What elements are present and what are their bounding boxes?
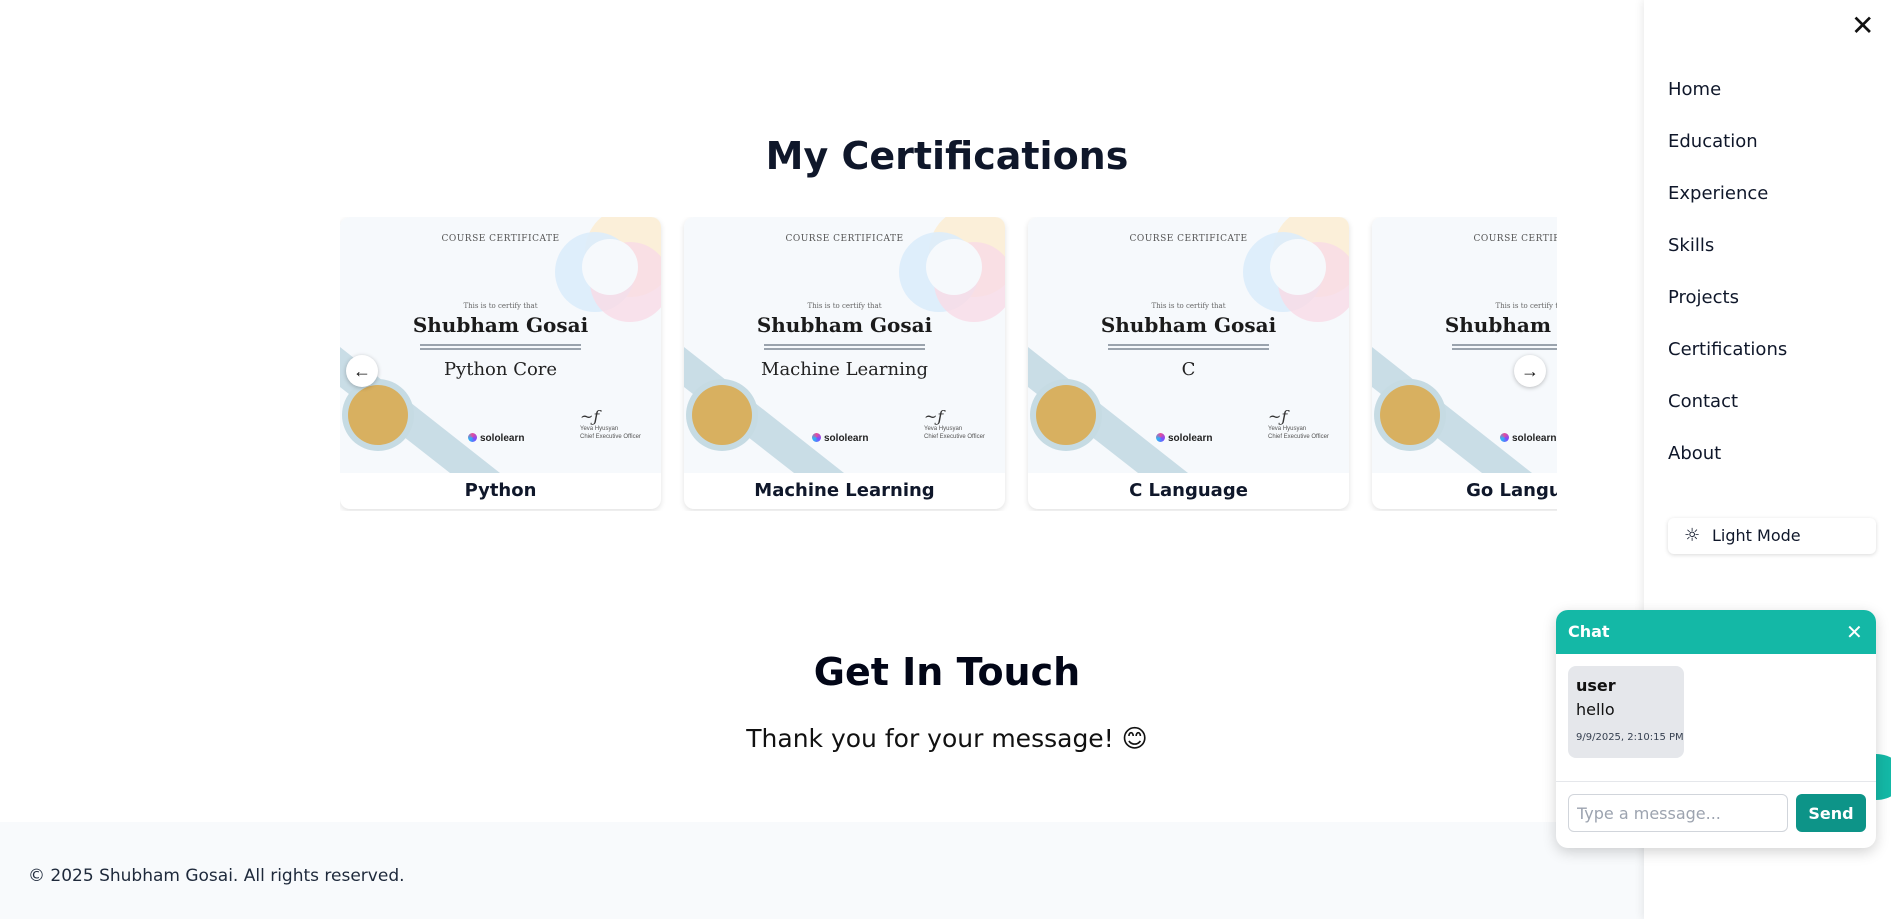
certificate-description-lines: [420, 342, 581, 356]
certificate-card[interactable]: COURSE CERTIFICATE This is to certify th…: [1028, 217, 1349, 509]
chat-send-button[interactable]: Send: [1796, 794, 1866, 832]
sololearn-logo: sololearn: [468, 433, 524, 444]
certificate-recipient: Shubham Gosai: [756, 313, 933, 337]
certifications-carousel: COURSE CERTIFICATE This is to certify th…: [340, 217, 1557, 511]
chat-divider: [1556, 781, 1876, 782]
sun-icon: ☼: [1684, 525, 1701, 546]
certificate-label: Machine Learning: [754, 480, 935, 501]
certificate-description-lines: [1108, 342, 1269, 356]
carousel-next-arrow-icon[interactable]: →: [1514, 355, 1546, 387]
certificate-label: Python: [464, 480, 537, 501]
certificate-intro: This is to certify that: [1495, 302, 1557, 310]
sidebar-item-education[interactable]: Education: [1668, 131, 1758, 152]
certificate-description-lines: [1452, 342, 1557, 356]
certificate-course: Machine Learning: [761, 359, 928, 380]
chat-widget: Chat ✕ user hello 9/9/2025, 2:10:15 PM S…: [1556, 610, 1876, 848]
sololearn-logo: sololearn: [1156, 433, 1212, 444]
certificate-image: COURSE CERTIFICATE This is to certify th…: [1028, 217, 1349, 473]
certificate-card[interactable]: COURSE CERTIFICATE This is to certify th…: [340, 217, 661, 509]
certificate-card[interactable]: COURSE CERTIFICATE This is to certify th…: [684, 217, 1005, 509]
certificate-intro: This is to certify that: [463, 302, 538, 310]
certifications-heading: My Certifications: [765, 134, 1129, 178]
certificate-description-lines: [764, 342, 925, 356]
sidebar-item-home[interactable]: Home: [1668, 79, 1721, 100]
sidebar-item-projects[interactable]: Projects: [1668, 287, 1739, 308]
certificate-recipient: Shubham Gosai: [1100, 313, 1277, 337]
chat-message-input[interactable]: [1568, 794, 1788, 832]
chat-message-user: user: [1576, 676, 1616, 695]
certificate-signature: ~ƒ Yeva Hyusyan Chief Executive Officer: [580, 407, 641, 441]
sololearn-logo: sololearn: [812, 433, 868, 444]
certificate-label: C Language: [1129, 480, 1248, 501]
certificate-intro: This is to certify that: [807, 302, 882, 310]
certificate-label: Go Language: [1466, 480, 1557, 501]
mode-toggle-label: Light Mode: [1712, 526, 1801, 545]
certificate-course: Python Core: [443, 359, 558, 380]
certificate-header: COURSE CERTIFICATE: [1129, 234, 1248, 244]
chat-message-timestamp: 9/9/2025, 2:10:15 PM: [1576, 732, 1684, 743]
sidebar-item-certifications[interactable]: Certifications: [1668, 339, 1787, 360]
chat-title: Chat: [1568, 622, 1610, 641]
certificate-signature: ~ƒ Yeva Hyusyan Chief Executive Officer: [1268, 407, 1329, 441]
chat-message-text: hello: [1576, 700, 1615, 719]
main-content: My Certifications COURSE CERTIFICATE Thi…: [0, 0, 1644, 919]
certificate-recipient: Shubham Gosai: [412, 313, 589, 337]
certificate-image: COURSE CERTIFICATE This is to certify th…: [684, 217, 1005, 473]
certificate-course: C: [1181, 359, 1196, 380]
certificate-header: COURSE CERTIFICATE: [1473, 234, 1557, 244]
light-mode-toggle[interactable]: ☼ Light Mode: [1668, 518, 1876, 554]
certificate-image: COURSE CERTIFICATE This is to certify th…: [340, 217, 661, 473]
certificate-header: COURSE CERTIFICATE: [441, 234, 560, 244]
sidebar-item-skills[interactable]: Skills: [1668, 235, 1714, 256]
sidebar-item-contact[interactable]: Contact: [1668, 391, 1738, 412]
sidebar-close-icon[interactable]: ✕: [1851, 9, 1874, 42]
carousel-prev-arrow-icon[interactable]: ←: [346, 355, 378, 387]
certificate-signature: ~ƒ Yeva Hyusyan Chief Executive Officer: [924, 407, 985, 441]
sidebar-item-about[interactable]: About: [1668, 443, 1721, 464]
certificate-recipient: Shubham Gosai: [1444, 313, 1557, 337]
chat-header: Chat ✕: [1556, 610, 1876, 654]
certificate-intro: This is to certify that: [1151, 302, 1226, 310]
sololearn-logo: sololearn: [1500, 433, 1556, 444]
certificate-image: COURSE CERTIFICATE This is to certify th…: [1372, 217, 1557, 473]
certificate-header: COURSE CERTIFICATE: [785, 234, 904, 244]
chat-close-icon[interactable]: ✕: [1846, 620, 1863, 644]
sidebar-item-experience[interactable]: Experience: [1668, 183, 1768, 204]
chat-message: user hello 9/9/2025, 2:10:15 PM: [1568, 666, 1684, 758]
footer-copyright: © 2025 Shubham Gosai. All rights reserve…: [28, 866, 405, 886]
